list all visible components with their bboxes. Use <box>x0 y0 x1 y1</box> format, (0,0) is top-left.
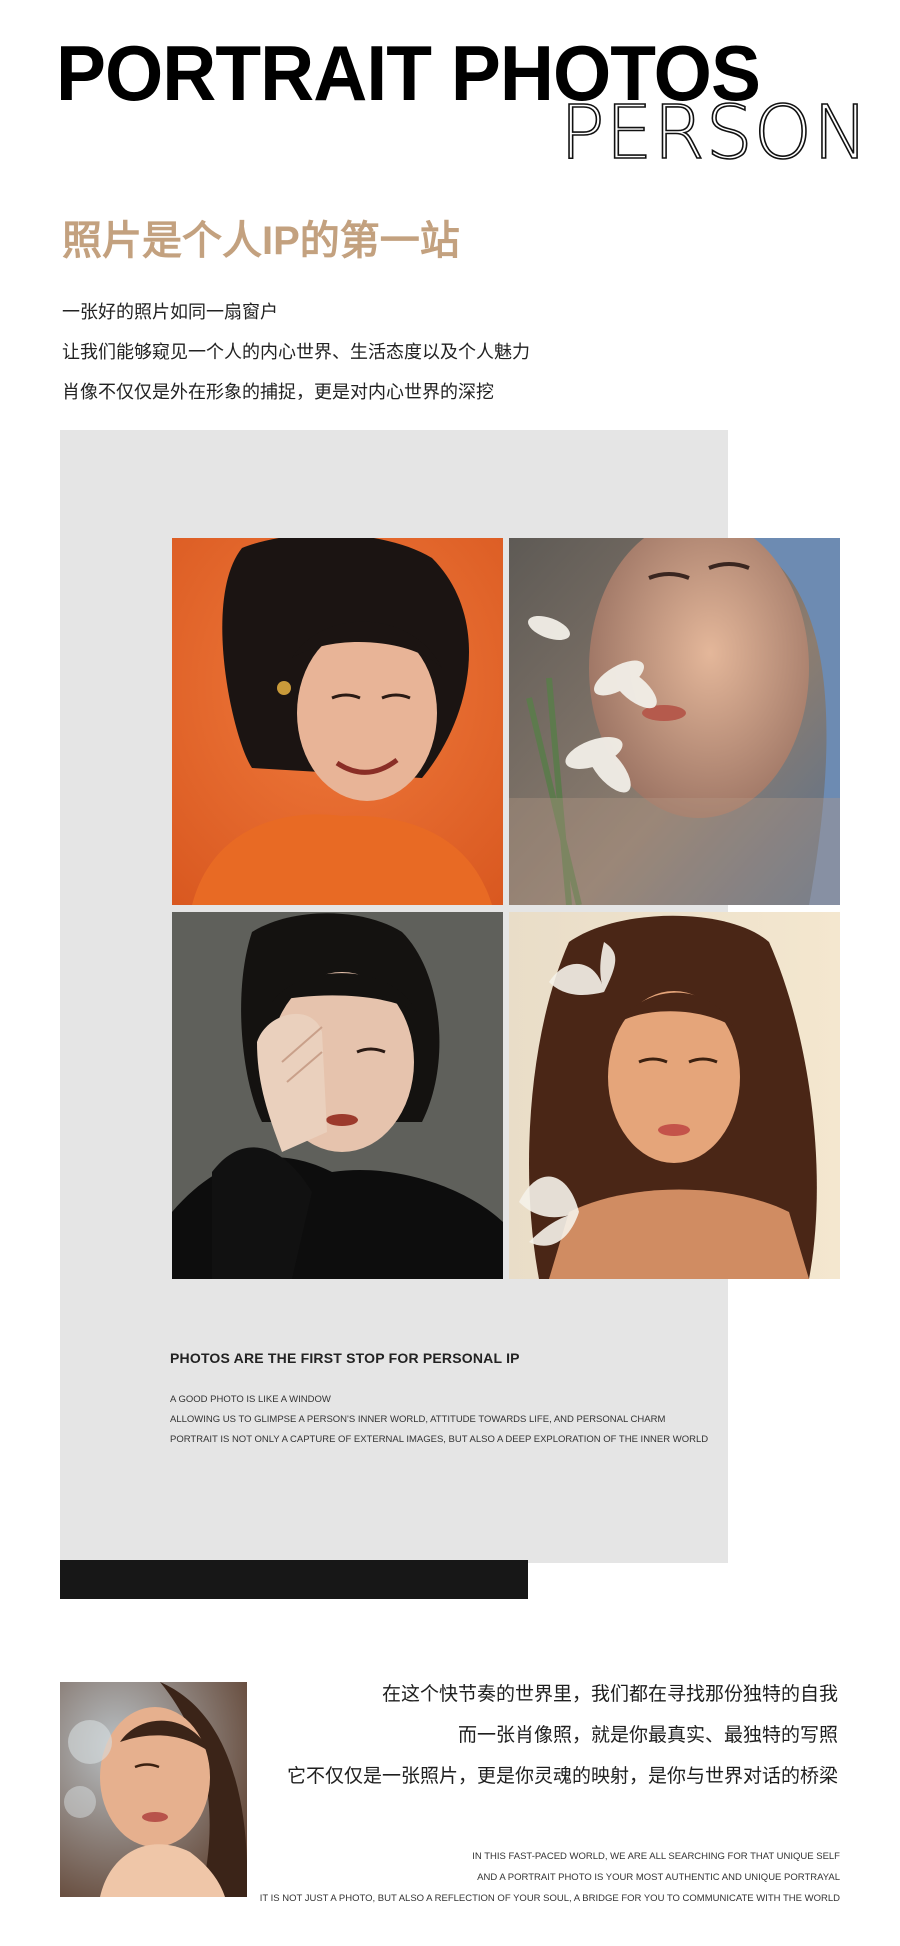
english-line: PORTRAIT IS NOT ONLY A CAPTURE OF EXTERN… <box>170 1434 709 1445</box>
portrait-photo-butterflies <box>509 912 840 1279</box>
portrait-photo-black-turtleneck <box>172 912 503 1279</box>
english-paragraph: A GOOD PHOTO IS LIKE A WINDOW ALLOWING U… <box>170 1390 708 1450</box>
closing-english-paragraph: IN THIS FAST-PACED WORLD, WE ARE ALL SEA… <box>260 1846 840 1909</box>
portrait-photo-lilies <box>509 538 840 905</box>
intro-paragraph: 一张好的照片如同一扇窗户 让我们能够窥见一个人的内心世界、生活态度以及个人魅力 … <box>62 292 530 412</box>
closing-chinese-paragraph: 在这个快节奏的世界里，我们都在寻找那份独特的自我 而一张肖像照，就是你最真实、最… <box>287 1674 838 1797</box>
page-subtitle-outline: PERSON <box>559 90 870 176</box>
intro-line: 让我们能够窥见一个人的内心世界、生活态度以及个人魅力 <box>62 342 530 362</box>
portrait-photo-orange <box>172 538 503 905</box>
closing-chinese-line: 而一张肖像照，就是你最真实、最独特的写照 <box>457 1725 838 1746</box>
closing-english-line: IT IS NOT JUST A PHOTO, BUT ALSO A REFLE… <box>259 1893 840 1904</box>
closing-chinese-line: 在这个快节奏的世界里，我们都在寻找那份独特的自我 <box>381 1684 838 1705</box>
portrait-photo-small <box>60 1682 247 1897</box>
intro-line: 一张好的照片如同一扇窗户 <box>62 302 278 322</box>
black-accent-bar <box>60 1560 528 1599</box>
section-headline: 照片是个人IP的第一站 <box>62 219 460 263</box>
closing-chinese-line: 它不仅仅是一张照片，更是你灵魂的映射，是你与世界对话的桥梁 <box>286 1766 838 1787</box>
english-line: A GOOD PHOTO IS LIKE A WINDOW <box>170 1394 331 1405</box>
closing-english-line: AND A PORTRAIT PHOTO IS YOUR MOST AUTHEN… <box>477 1872 840 1883</box>
english-line: ALLOWING US TO GLIMPSE A PERSON'S INNER … <box>170 1414 666 1425</box>
english-heading: PHOTOS ARE THE FIRST STOP FOR PERSONAL I… <box>170 1350 520 1366</box>
intro-line: 肖像不仅仅是外在形象的捕捉，更是对内心世界的深挖 <box>62 382 494 402</box>
closing-english-line: IN THIS FAST-PACED WORLD, WE ARE ALL SEA… <box>472 1851 840 1862</box>
